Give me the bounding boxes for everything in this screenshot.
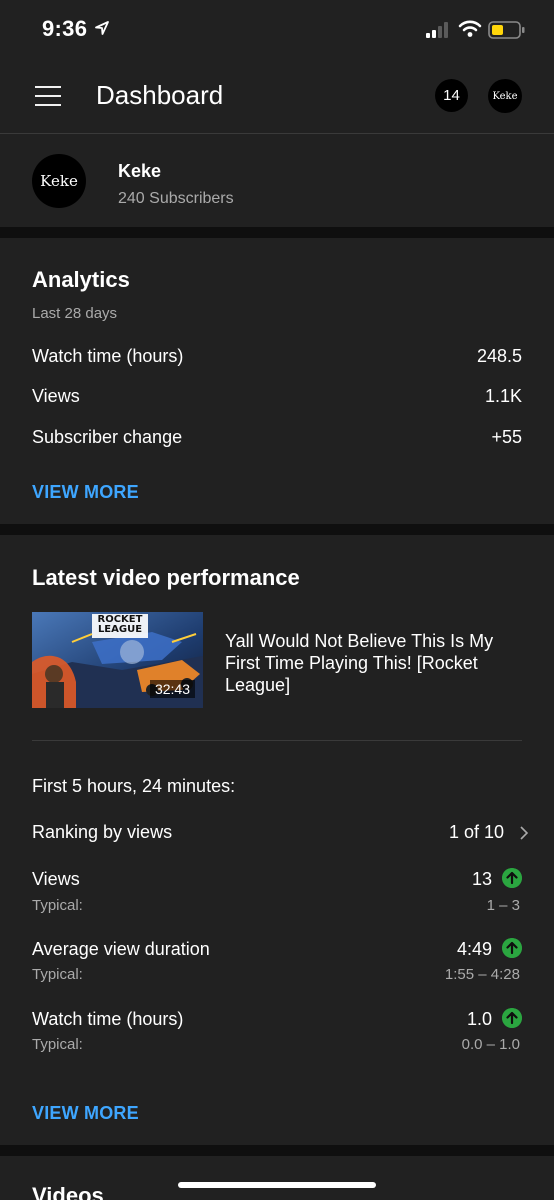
typical-label-avg-duration: Typical:	[32, 966, 83, 983]
channel-name: Keke	[118, 161, 162, 181]
arrow-up-icon	[502, 1008, 522, 1028]
notifications-badge[interactable]: 14	[435, 79, 468, 112]
page-title: Dashboard	[96, 80, 224, 110]
stat-value-views: 13	[471, 869, 492, 889]
battery-icon	[488, 21, 525, 39]
video-duration: 32:43	[149, 680, 195, 698]
wifi-icon	[458, 20, 482, 37]
stat-value-watch-time: 1.0	[466, 1009, 492, 1029]
metric-value-views: 1.1K	[484, 386, 522, 406]
typical-label-views: Typical:	[32, 897, 83, 914]
subscriber-count: 240 Subscribers	[118, 190, 234, 207]
ranking-label: Ranking by views	[32, 822, 173, 842]
latest-video-card: Latest video performance ROCKET LEAGUE 3…	[0, 535, 554, 1145]
arrow-up-icon	[502, 868, 522, 888]
typical-range-watch-time: 0.0 – 1.0	[461, 1036, 520, 1053]
location-arrow-icon	[95, 21, 109, 35]
app-header: Dashboard 14 Keke	[0, 62, 554, 134]
typical-label-watch-time: Typical:	[32, 1036, 83, 1053]
metric-label-views: Views	[32, 386, 80, 406]
latest-video-view-more-button[interactable]: VIEW MORE	[32, 1103, 139, 1124]
latest-video-title: Latest video performance	[32, 565, 300, 590]
typical-range-avg-duration: 1:55 – 4:28	[444, 966, 520, 983]
analytics-period: Last 28 days	[32, 305, 118, 322]
analytics-title: Analytics	[32, 267, 130, 292]
status-bar: 9:36	[0, 0, 554, 62]
ranking-row[interactable]: Ranking by views 1 of 10	[0, 816, 554, 848]
account-avatar[interactable]: Keke	[488, 79, 522, 113]
latest-video-name[interactable]: Yall Would Not Believe This Is My First …	[225, 630, 525, 696]
videos-card: Videos	[0, 1156, 554, 1200]
stat-label-views: Views	[32, 869, 80, 889]
home-indicator[interactable]	[178, 1182, 376, 1188]
metric-value-watch-time: 248.5	[476, 346, 522, 366]
screen: 9:36 Dashboard 14 Keke Keke Keke 240 Sub…	[0, 0, 554, 1200]
stat-label-avg-duration: Average view duration	[32, 939, 210, 959]
channel-avatar: Keke	[32, 154, 86, 208]
chevron-right-icon	[520, 826, 529, 840]
divider	[32, 740, 522, 741]
channel-card[interactable]: Keke Keke 240 Subscribers	[0, 134, 554, 227]
cellular-signal-icon	[426, 22, 448, 38]
videos-title: Videos	[32, 1183, 104, 1200]
typical-range-views: 1 – 3	[486, 897, 520, 914]
metric-label-watch-time: Watch time (hours)	[32, 346, 184, 366]
thumbnail-logo-text: ROCKET LEAGUE	[97, 614, 143, 635]
analytics-view-more-button[interactable]: VIEW MORE	[32, 482, 139, 503]
stat-label-watch-time: Watch time (hours)	[32, 1009, 184, 1029]
ranking-value: 1 of 10	[448, 822, 504, 842]
metric-label-subscriber-change: Subscriber change	[32, 427, 183, 447]
performance-period: First 5 hours, 24 minutes:	[32, 776, 236, 796]
video-thumbnail[interactable]: ROCKET LEAGUE 32:43	[32, 612, 203, 708]
analytics-card: Analytics Last 28 days Watch time (hours…	[0, 238, 554, 524]
arrow-up-icon	[502, 938, 522, 958]
metric-value-subscriber-change: +55	[491, 427, 522, 447]
hamburger-menu-icon[interactable]	[35, 86, 61, 106]
stat-value-avg-duration: 4:49	[456, 939, 492, 959]
status-time: 9:36	[42, 16, 88, 41]
